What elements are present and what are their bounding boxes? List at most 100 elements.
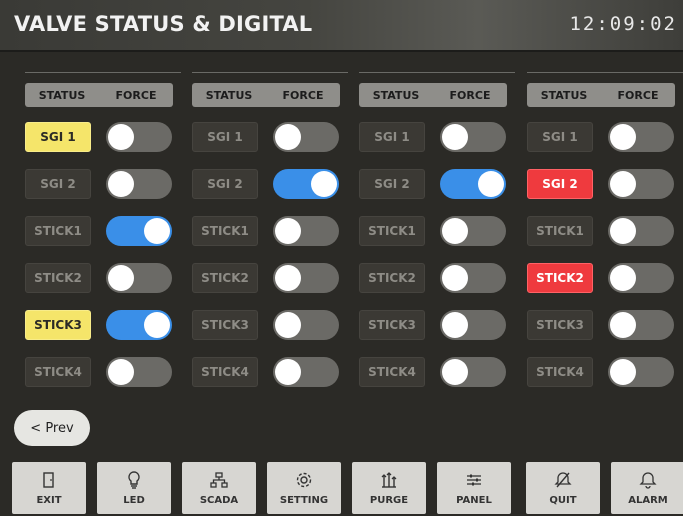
column-header: STATUS FORCE [192, 83, 340, 107]
exit-button[interactable]: EXIT [12, 462, 86, 514]
toggle-knob [610, 218, 636, 244]
force-toggle[interactable] [106, 310, 172, 340]
nav-button-label: PANEL [456, 495, 492, 506]
panel-button[interactable]: PANEL [437, 462, 511, 514]
force-toggle[interactable] [440, 122, 506, 152]
force-toggle[interactable] [106, 216, 172, 246]
force-toggle[interactable] [440, 310, 506, 340]
alarm-button[interactable]: ALARM [611, 462, 683, 514]
toggle-knob [144, 218, 170, 244]
force-toggle[interactable] [608, 357, 674, 387]
toggle-knob [610, 171, 636, 197]
toggle-knob [442, 359, 468, 385]
status-indicator[interactable]: SGI 1 [25, 122, 91, 152]
status-indicator[interactable]: STICK1 [25, 216, 91, 246]
bell-icon [639, 470, 657, 490]
nav-button-label: LED [123, 495, 145, 506]
lightbulb-icon [126, 470, 142, 490]
toggle-knob [108, 124, 134, 150]
led-button[interactable]: LED [97, 462, 171, 514]
status-indicator[interactable]: STICK2 [25, 263, 91, 293]
force-toggle[interactable] [608, 122, 674, 152]
status-indicator[interactable]: STICK4 [192, 357, 258, 387]
setting-button[interactable]: SETTING [267, 462, 341, 514]
status-indicator[interactable]: STICK4 [527, 357, 593, 387]
force-toggle[interactable] [440, 357, 506, 387]
force-header-label: FORCE [449, 88, 491, 102]
force-header-label: FORCE [282, 88, 324, 102]
force-header-label: FORCE [617, 88, 659, 102]
status-indicator[interactable]: STICK3 [192, 310, 258, 340]
bell-slash-icon [554, 470, 572, 490]
column-divider [359, 72, 515, 73]
force-toggle[interactable] [273, 122, 339, 152]
status-indicator[interactable]: SGI 2 [359, 169, 425, 199]
force-toggle[interactable] [608, 169, 674, 199]
status-indicator[interactable]: STICK3 [359, 310, 425, 340]
status-indicator[interactable]: STICK1 [527, 216, 593, 246]
status-indicator[interactable]: STICK3 [527, 310, 593, 340]
status-indicator[interactable]: STICK2 [527, 263, 593, 293]
status-indicator[interactable]: STICK2 [192, 263, 258, 293]
valve-grid: STATUS FORCE SGI 1 SGI 2 STICK1 STICK2 STICK3 S… [0, 50, 683, 450]
column-divider [25, 72, 181, 73]
status-indicator[interactable]: SGI 1 [192, 122, 258, 152]
nav-button-label: EXIT [36, 495, 62, 506]
column-header: STATUS FORCE [527, 83, 675, 107]
force-toggle[interactable] [273, 357, 339, 387]
force-toggle[interactable] [106, 263, 172, 293]
status-indicator[interactable]: SGI 2 [25, 169, 91, 199]
status-indicator[interactable]: SGI 1 [527, 122, 593, 152]
force-toggle[interactable] [273, 169, 339, 199]
nav-button-label: ALARM [628, 495, 668, 506]
force-toggle[interactable] [608, 216, 674, 246]
nav-button-label: QUIT [549, 495, 577, 506]
status-indicator[interactable]: STICK4 [25, 357, 91, 387]
column-header: STATUS FORCE [359, 83, 507, 107]
status-indicator[interactable]: SGI 1 [359, 122, 425, 152]
prev-button[interactable]: < Prev [14, 410, 90, 446]
toggle-knob [275, 265, 301, 291]
force-toggle[interactable] [608, 263, 674, 293]
force-toggle[interactable] [273, 216, 339, 246]
quit-button[interactable]: QUIT [526, 462, 600, 514]
toggle-knob [442, 312, 468, 338]
toggle-knob [610, 359, 636, 385]
status-indicator[interactable]: STICK1 [359, 216, 425, 246]
status-header-label: STATUS [205, 88, 253, 102]
status-indicator[interactable]: STICK2 [359, 263, 425, 293]
toggle-knob [275, 359, 301, 385]
status-header-label: STATUS [372, 88, 420, 102]
status-header-label: STATUS [38, 88, 86, 102]
sliders-icon [465, 470, 483, 490]
toggle-knob [144, 312, 170, 338]
force-toggle[interactable] [273, 310, 339, 340]
status-indicator[interactable]: STICK1 [192, 216, 258, 246]
scada-button[interactable]: SCADA [182, 462, 256, 514]
status-indicator[interactable]: STICK4 [359, 357, 425, 387]
force-toggle[interactable] [440, 216, 506, 246]
force-toggle[interactable] [106, 169, 172, 199]
force-toggle[interactable] [273, 263, 339, 293]
force-toggle[interactable] [106, 122, 172, 152]
clock: 12:09:02 [569, 13, 677, 35]
status-indicator[interactable]: SGI 2 [527, 169, 593, 199]
gear-icon [295, 470, 313, 490]
toggle-knob [275, 312, 301, 338]
toggle-knob [442, 265, 468, 291]
force-toggle[interactable] [440, 263, 506, 293]
toggle-knob [442, 218, 468, 244]
nav-button-label: PURGE [369, 495, 409, 506]
column-divider [192, 72, 348, 73]
force-toggle[interactable] [106, 357, 172, 387]
column-header: STATUS FORCE [25, 83, 173, 107]
column-divider [527, 72, 683, 73]
toggle-knob [610, 265, 636, 291]
toggle-knob [275, 124, 301, 150]
force-toggle[interactable] [440, 169, 506, 199]
footer-nav: EXIT LED SCADA SETTING PURGE PANEL QUIT ALARM [0, 456, 683, 516]
status-indicator[interactable]: SGI 2 [192, 169, 258, 199]
purge-button[interactable]: PURGE [352, 462, 426, 514]
status-indicator[interactable]: STICK3 [25, 310, 91, 340]
force-toggle[interactable] [608, 310, 674, 340]
